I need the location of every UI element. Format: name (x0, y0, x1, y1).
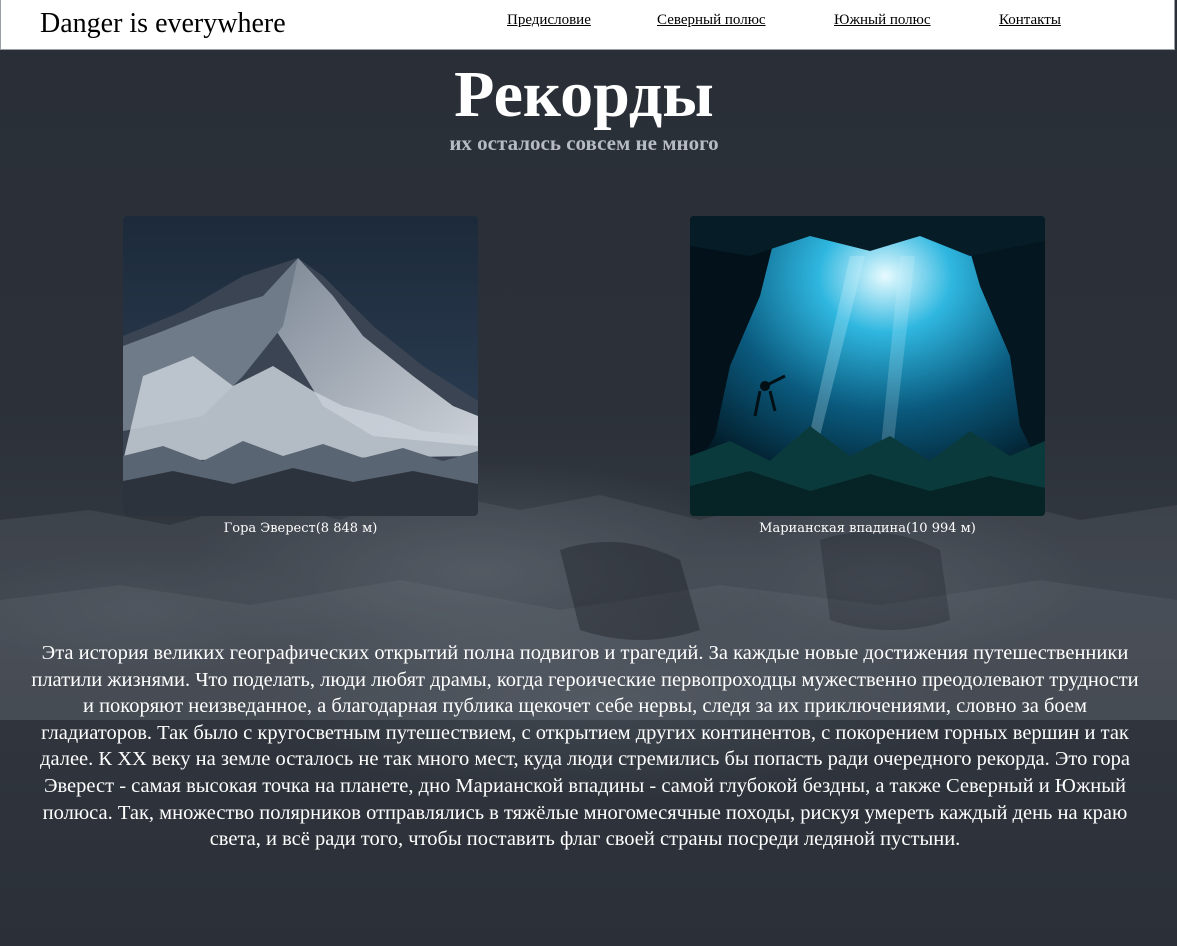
mariana-photo (690, 216, 1045, 516)
site-brand[interactable]: Danger is everywhere (40, 8, 286, 40)
page-title: Рекорды (454, 58, 714, 131)
everest-photo (123, 216, 478, 516)
page-subtitle: их осталось совсем не много (449, 131, 719, 155)
story-paragraph: Эта история великих географических откры… (31, 642, 1139, 851)
top-navigation-bar: Danger is everywhere Предисловие Северны… (0, 0, 1175, 50)
everest-caption: Гора Эверест(8 848 м) (223, 521, 378, 536)
nav-link-north-pole[interactable]: Северный полюс (657, 12, 766, 29)
mariana-caption: Марианская впадина(10 994 м) (759, 521, 976, 536)
nav-link-preface[interactable]: Предисловие (507, 12, 591, 29)
mariana-figure: Марианская впадина(10 994 м) (690, 216, 1045, 536)
nav-link-contacts[interactable]: Контакты (999, 12, 1061, 29)
everest-figure: Гора Эверест(8 848 м) (123, 216, 478, 536)
nav-link-south-pole[interactable]: Южный полюс (834, 12, 931, 29)
